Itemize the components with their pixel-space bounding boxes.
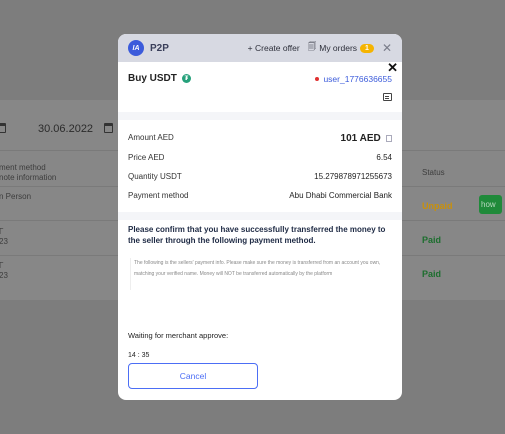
row-fragment: 23 — [0, 271, 8, 280]
detail-row-amount: Amount AED 101 AED — [128, 133, 392, 144]
calendar-icon[interactable] — [0, 123, 6, 133]
status-paid: Paid — [422, 269, 442, 279]
my-orders-link[interactable]: 🗐 My orders 1 — [308, 41, 374, 55]
orders-icon: 🗐 — [307, 41, 317, 51]
row-payment-method: n Person — [0, 192, 32, 201]
detail-value: 15.279878971255673 — [314, 172, 392, 181]
offline-status-dot — [315, 77, 320, 81]
column-header-note: note information — [0, 173, 57, 182]
usdt-icon: ₮ — [181, 74, 191, 83]
row-fragment: Г — [0, 227, 4, 236]
detail-row-quantity: Quantity USDT 15.279878971255673 — [128, 172, 392, 181]
cancel-button[interactable]: Cancel — [128, 363, 258, 389]
countdown-timer: 14 : 35 — [128, 352, 150, 359]
my-orders-label: My orders — [319, 43, 358, 53]
detail-label: Amount AED — [128, 133, 174, 142]
header-actions: + Create offer 🗐 My orders 1 ✕ — [248, 34, 392, 62]
counterparty-user[interactable]: user_1776636655 — [315, 74, 392, 84]
order-title: Buy USDT ₮ — [128, 73, 191, 84]
p2p-order-modal: IA P2P + Create offer 🗐 My orders 1 ✕ ✕ … — [118, 34, 402, 400]
section-divider — [118, 112, 402, 120]
status-paid: Paid — [422, 235, 442, 245]
calendar-icon[interactable] — [104, 123, 113, 133]
chat-icon[interactable] — [383, 93, 392, 101]
date-filter-value[interactable]: 30.06.2022 — [38, 123, 93, 135]
confirm-message: Please confirm that you have successfull… — [128, 225, 386, 245]
p2p-logo-icon: IA — [128, 40, 144, 56]
brand-title: P2P — [150, 42, 169, 54]
detail-row-payment-method: Payment method Abu Dhabi Commercial Bank — [128, 191, 392, 200]
detail-label: Price AED — [128, 153, 165, 162]
column-header-status: Status — [422, 168, 445, 177]
detail-label: Quantity USDT — [128, 172, 182, 181]
copy-icon[interactable] — [386, 135, 392, 143]
detail-row-price: Price AED 6.54 — [128, 153, 392, 162]
row-fragment: 23 — [0, 237, 8, 246]
order-title-text: Buy USDT — [128, 73, 177, 84]
modal-header: IA P2P + Create offer 🗐 My orders 1 ✕ — [118, 34, 402, 62]
waiting-status: Waiting for merchant approve: — [128, 331, 229, 340]
detail-value: 101 AED — [340, 133, 381, 144]
detail-value: Abu Dhabi Commercial Bank — [289, 191, 392, 200]
row-fragment: Г — [0, 261, 4, 270]
create-offer-link[interactable]: + Create offer — [248, 43, 300, 53]
username-link[interactable]: user_1776636655 — [323, 74, 392, 84]
close-icon[interactable]: ✕ — [382, 41, 392, 55]
status-unpaid: Unpaid — [422, 201, 453, 211]
detail-value: 6.54 — [376, 153, 392, 162]
payment-info-note: The following is the sellers' payment in… — [130, 258, 392, 290]
detail-label: Payment method — [128, 191, 189, 200]
column-header-payment: ment method — [0, 163, 46, 172]
show-button[interactable]: how — [479, 195, 502, 214]
orders-count-badge: 1 — [360, 43, 374, 53]
section-divider — [118, 212, 402, 220]
